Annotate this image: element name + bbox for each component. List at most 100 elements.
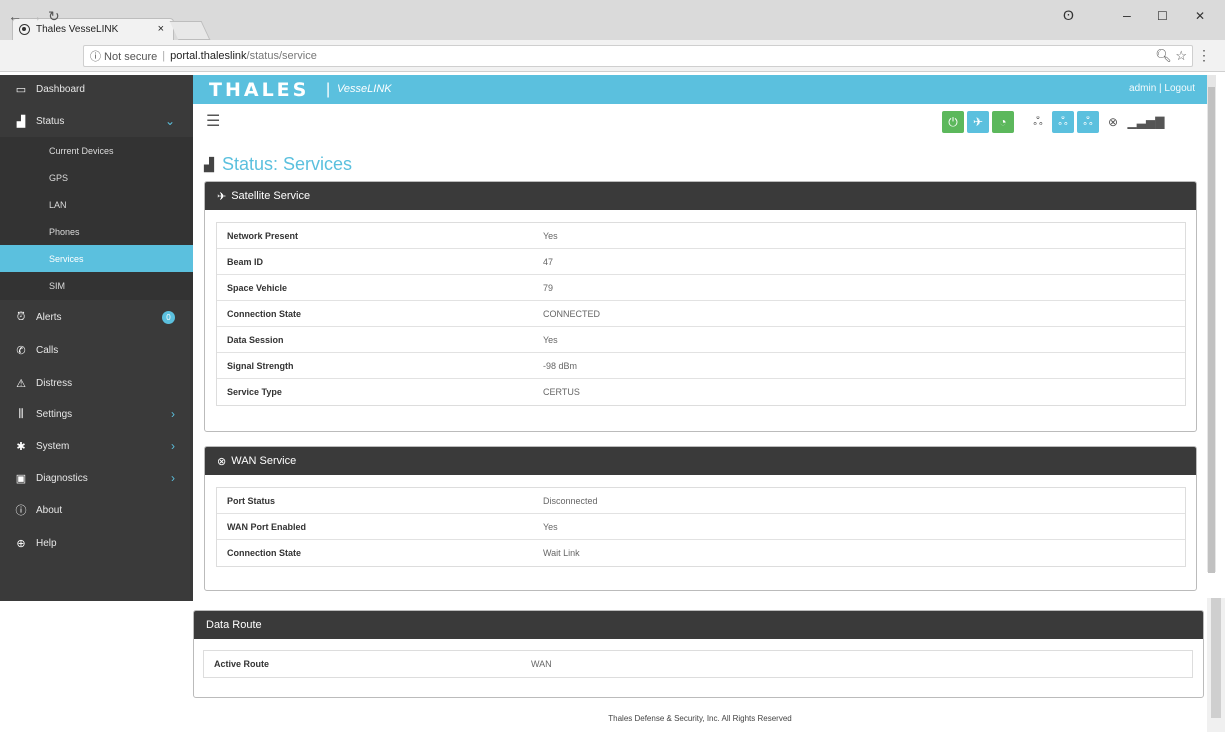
- sidebar-item-help[interactable]: ⊕ Help: [0, 529, 193, 557]
- sidebar-item-alerts[interactable]: ⏰︎ Alerts 0: [0, 303, 193, 331]
- sidebar-subitem-current-devices[interactable]: Current Devices: [0, 137, 193, 165]
- sidebar-item-dashboard[interactable]: ▭ Dashboard: [0, 75, 193, 103]
- sidebar-subitem-services[interactable]: Services: [0, 245, 193, 273]
- profile-icon[interactable]: ʘ: [1063, 7, 1074, 23]
- chevron-down-icon: ⌄: [164, 114, 175, 128]
- forward-icon[interactable]: →: [28, 8, 42, 24]
- zoom-bookmark-icons[interactable]: 🔍︎ ☆: [1155, 48, 1187, 64]
- wan-service-panel: ⊗ WAN Service Port Status Disconnected WA…: [204, 446, 1197, 591]
- sidebar-item-distress[interactable]: ⚠︎ Distress: [0, 369, 193, 397]
- globe-icon: ⊗: [217, 455, 227, 468]
- network-lan-icon[interactable]: ஃ: [1027, 111, 1049, 133]
- brand-logo: THALES: [209, 79, 310, 101]
- row-value: WAN: [531, 659, 552, 669]
- wifi-icon[interactable]: ◔: [992, 111, 1014, 133]
- row-key: Active Route: [214, 659, 270, 669]
- data-route-table: Active Route WAN: [203, 650, 1193, 678]
- table-row: Space Vehicle 79: [217, 275, 1185, 301]
- scrollbar-thumb[interactable]: [1211, 598, 1221, 718]
- row-key: Space Vehicle: [227, 282, 288, 293]
- table-row: Signal Strength -98 dBm: [217, 353, 1185, 379]
- panel-title: Satellite Service: [231, 190, 311, 202]
- sidebar-item-settings[interactable]: ⫼ Settings ›: [0, 400, 193, 428]
- data-route-panel: Data Route Active Route WAN: [193, 610, 1204, 698]
- sidebar-item-status[interactable]: ▟ Status ⌄: [0, 107, 193, 135]
- chart-icon: ▟: [16, 115, 26, 128]
- row-key: Network Present: [227, 230, 299, 241]
- table-row: Active Route WAN: [204, 651, 1192, 677]
- sidebar: ▭ Dashboard ▟ Status ⌄ Current Devices G…: [0, 75, 193, 601]
- sidebar-item-label: Calls: [36, 344, 59, 356]
- network-lan3-icon[interactable]: ஃ: [1077, 111, 1099, 133]
- alarm-clock-icon: ⏰︎: [16, 310, 26, 323]
- not-secure-label[interactable]: ⓘ Not secure: [90, 48, 157, 64]
- satellite-icon[interactable]: ✈: [967, 111, 989, 133]
- row-value: 47: [543, 256, 554, 267]
- sidebar-item-label: Distress: [36, 377, 73, 389]
- close-window-button[interactable]: ✕: [1195, 9, 1205, 23]
- alerts-count-badge: 0: [162, 310, 175, 324]
- url-path: /status/service: [246, 50, 317, 62]
- table-row: Service Type CERTUS: [217, 379, 1185, 405]
- panel-header: ✈ Satellite Service: [205, 182, 1196, 210]
- row-value: Disconnected: [543, 495, 598, 506]
- sidebar-subitem-sim[interactable]: SIM: [0, 272, 193, 300]
- table-row: Connection State CONNECTED: [217, 301, 1185, 327]
- sliders-icon: ⫼: [18, 407, 24, 420]
- sidebar-item-calls[interactable]: ✆ Calls: [0, 336, 193, 364]
- chevron-right-icon: ›: [171, 407, 175, 421]
- chevron-right-icon: ›: [171, 439, 175, 453]
- minimize-button[interactable]: –: [1123, 7, 1131, 23]
- reload-icon[interactable]: ↻: [48, 8, 60, 25]
- row-value: Yes: [543, 230, 558, 241]
- maximize-button[interactable]: ☐: [1157, 9, 1168, 23]
- sidebar-item-label: Dashboard: [36, 83, 85, 95]
- scrollbar-thumb[interactable]: [1208, 87, 1215, 573]
- sidebar-item-label: System: [36, 440, 70, 452]
- page-scrollbar[interactable]: [1207, 75, 1216, 573]
- sidebar-item-label: Diagnostics: [36, 472, 88, 484]
- user-logout-link[interactable]: admin | Logout: [1129, 83, 1195, 94]
- row-key: Data Session: [227, 334, 284, 345]
- globe-status-icon[interactable]: ⊗: [1102, 111, 1124, 133]
- table-row: Connection State Wait Link: [217, 540, 1185, 566]
- table-row: Network Present Yes: [217, 223, 1185, 249]
- table-row: Port Status Disconnected: [217, 488, 1185, 514]
- panel-title: WAN Service: [231, 455, 297, 467]
- address-bar[interactable]: ⓘ Not secure | portal.thaleslink/status/…: [83, 45, 1193, 67]
- page-title-text: Status: Services: [222, 154, 353, 174]
- row-key: Connection State: [227, 548, 302, 558]
- panel-title: Data Route: [206, 619, 262, 631]
- back-icon[interactable]: ←: [8, 8, 22, 24]
- browser-menu-icon[interactable]: ⋮: [1197, 47, 1211, 64]
- sidebar-subitem-lan[interactable]: LAN: [0, 191, 193, 219]
- sidebar-item-diagnostics[interactable]: ▣ Diagnostics ›: [0, 464, 193, 492]
- footer-copyright: Thales Defense & Security, Inc. All Righ…: [608, 714, 792, 723]
- row-key: Beam ID: [227, 256, 264, 267]
- row-key: Signal Strength: [227, 360, 294, 371]
- lower-scrollbar[interactable]: [1207, 598, 1225, 732]
- tab-close-icon[interactable]: ×: [158, 23, 164, 35]
- tab-title: Thales VesseLINK: [36, 24, 119, 35]
- product-name: VesseLINK: [337, 83, 392, 95]
- hamburger-menu-icon[interactable]: ☰: [206, 111, 220, 131]
- sidebar-item-label: Status: [36, 115, 65, 127]
- table-row: Data Session Yes: [217, 327, 1185, 353]
- row-key: Connection State: [227, 308, 302, 319]
- panel-header: ⊗ WAN Service: [205, 447, 1196, 475]
- row-value: -98 dBm: [543, 360, 578, 371]
- sidebar-item-about[interactable]: ⓘ About: [0, 496, 193, 524]
- row-value: 79: [543, 282, 554, 293]
- monitor-icon: ▭: [15, 83, 27, 96]
- network-lan2-icon[interactable]: ஃ: [1052, 111, 1074, 133]
- sidebar-subitem-phones[interactable]: Phones: [0, 218, 193, 246]
- gear-icon: ✱: [16, 440, 26, 453]
- info-icon: ⓘ: [15, 505, 27, 517]
- power-icon[interactable]: ⏻: [942, 111, 964, 133]
- signal-bars-icon[interactable]: ▁▃▅▇: [1128, 111, 1165, 133]
- chart-icon: ▟: [204, 156, 214, 172]
- sidebar-subitem-gps[interactable]: GPS: [0, 164, 193, 192]
- warning-icon: ⚠︎: [16, 377, 26, 390]
- table-row: Beam ID 47: [217, 249, 1185, 275]
- sidebar-item-system[interactable]: ✱ System ›: [0, 432, 193, 460]
